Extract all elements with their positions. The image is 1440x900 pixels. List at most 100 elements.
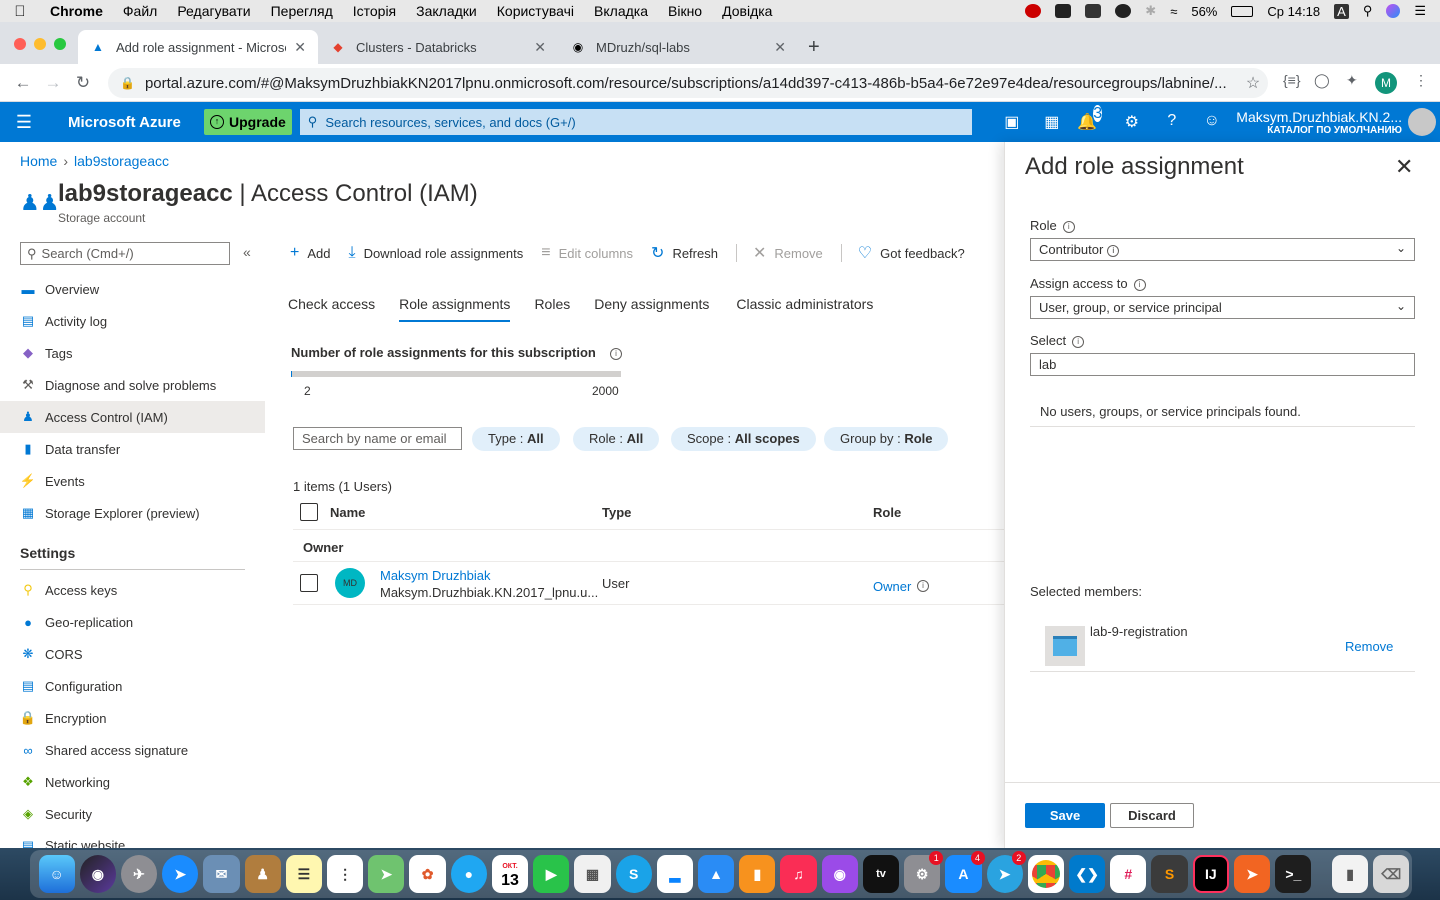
wifi-icon[interactable]: ≈ (1170, 4, 1177, 19)
system-preferences-icon[interactable]: ⚙ 1 (904, 851, 944, 893)
browser-tab-azure[interactable]: ▲ Add role assignment - Microso ✕ (78, 30, 318, 64)
siri-icon[interactable]: ◉ (79, 855, 116, 893)
menu-help[interactable]: Довідка (712, 3, 782, 19)
close-window-button[interactable] (14, 38, 26, 50)
select-search-input[interactable]: lab (1030, 353, 1415, 376)
help-icon[interactable]: ? (1152, 112, 1192, 132)
extension-json-icon[interactable]: {≡} (1283, 72, 1301, 88)
row-checkbox[interactable] (300, 574, 318, 592)
user-avatar[interactable] (1408, 108, 1436, 136)
intellij-icon[interactable]: IJ (1192, 855, 1230, 893)
maximize-window-button[interactable] (54, 38, 66, 50)
quota-info-icon[interactable]: i (610, 345, 622, 360)
new-tab-button[interactable]: + (808, 36, 820, 59)
scope-filter-pill[interactable]: Scope : All scopes (671, 427, 816, 451)
portal-menu-icon[interactable]: ☰ (0, 112, 48, 133)
menu-file[interactable]: Файл (113, 3, 167, 19)
role-dropdown[interactable]: Contributor i ⌄ (1030, 238, 1415, 261)
account-info[interactable]: Maksym.Druzhbiak.KN.2... КАТАЛОГ ПО УМОЛ… (1236, 109, 1408, 136)
url-text[interactable]: portal.azure.com/#@MaksymDruzhbiakKN2017… (145, 75, 1238, 92)
launchpad-icon[interactable]: ✈ (120, 855, 158, 893)
sidebar-item-overview[interactable]: ▬ Overview (0, 273, 265, 305)
calendar-icon[interactable]: ОКТ. 13 (491, 855, 529, 893)
info-icon[interactable]: i (1107, 244, 1120, 257)
skype-icon[interactable]: S (615, 855, 652, 893)
input-source-icon[interactable]: A (1334, 3, 1349, 19)
menu-view[interactable]: Перегляд (261, 3, 343, 19)
breadcrumb-resource[interactable]: lab9storageacc (74, 153, 169, 169)
role-info-icon[interactable]: i (917, 577, 929, 592)
download-role-assignments-button[interactable]: ⤓ Download role assignments (348, 244, 523, 262)
feedback-smiley-icon[interactable]: ☺ (1192, 112, 1232, 132)
directory-filter-icon[interactable]: ▦ (1032, 112, 1072, 132)
sidebar-item-events[interactable]: ⚡ Events (0, 465, 265, 497)
sidebar-item-tags[interactable]: ◆ Tags (0, 337, 265, 369)
back-arrow-icon[interactable]: ← (8, 73, 38, 93)
telegram-icon[interactable]: ➤ 2 (986, 851, 1026, 893)
sidebar-item-activity-log[interactable]: ▤ Activity log (0, 305, 265, 337)
pen-tool-icon[interactable] (1085, 4, 1102, 18)
downloads-folder-icon[interactable]: ▮ (1331, 855, 1369, 893)
discard-button[interactable]: Discard (1110, 803, 1194, 828)
cloud-shell-icon[interactable]: ▣ (992, 112, 1032, 132)
select-all-checkbox[interactable] (300, 503, 318, 521)
add-button[interactable]: + Add (290, 244, 330, 262)
creative-cloud-icon[interactable] (1055, 4, 1072, 18)
browser-menu-icon[interactable]: ⋮ (1414, 72, 1428, 89)
vscode-icon[interactable]: ❮❯ (1068, 855, 1106, 893)
facetime-icon[interactable]: ▶ (533, 855, 570, 893)
sidebar-item-networking[interactable]: ❖ Networking (0, 766, 265, 798)
column-name[interactable]: Name (330, 505, 365, 520)
tab-classic-administrators[interactable]: Classic administrators (736, 296, 873, 322)
sidebar-item-access-keys[interactable]: ⚲ Access keys (0, 574, 265, 606)
tab-deny-assignments[interactable]: Deny assignments (594, 296, 709, 322)
tab-roles[interactable]: Roles (534, 296, 570, 322)
numbers-icon[interactable]: ▂ (656, 855, 693, 893)
trash-icon[interactable]: ⌫ (1373, 855, 1410, 893)
checkmark-app-icon[interactable] (1115, 4, 1132, 18)
photos-icon[interactable]: ✿ (409, 855, 446, 893)
sidebar-item-configuration[interactable]: ▤ Configuration (0, 670, 265, 702)
forward-arrow-icon[interactable]: → (38, 73, 68, 93)
menu-window[interactable]: Вікно (658, 3, 712, 19)
info-icon[interactable]: i (1062, 220, 1075, 233)
refresh-button[interactable]: ↻ Refresh (651, 243, 718, 263)
save-button[interactable]: Save (1025, 803, 1105, 828)
sidebar-item-encryption[interactable]: 🔒 Encryption (0, 702, 265, 734)
remove-button[interactable]: ✕ Remove (753, 243, 823, 263)
safari-icon[interactable]: ➤ (162, 855, 199, 893)
preview-icon[interactable]: ▦ (574, 855, 611, 893)
feedback-button[interactable]: ♡ Got feedback? (858, 243, 965, 263)
music-icon[interactable]: ♫ (780, 855, 817, 893)
assign-access-dropdown[interactable]: User, group, or service principal ⌄ (1030, 296, 1415, 319)
messages-icon[interactable]: ● (450, 855, 487, 893)
menu-bookmarks[interactable]: Закладки (406, 3, 487, 19)
upgrade-button[interactable]: ↑ Upgrade (204, 109, 292, 135)
sublime-text-icon[interactable]: S (1151, 855, 1188, 893)
extension-circle-icon[interactable]: ◯ (1314, 72, 1330, 89)
collapse-sidebar-icon[interactable]: « (243, 244, 251, 260)
settings-gear-icon[interactable]: ⚙ (1112, 112, 1152, 132)
terminal-icon[interactable]: >_ (1275, 855, 1312, 893)
address-bar[interactable]: 🔒 portal.azure.com/#@MaksymDruzhbiakKN20… (108, 68, 1268, 98)
sidebar-item-storage-explorer[interactable]: ▦ Storage Explorer (preview) (0, 497, 265, 529)
spotlight-icon[interactable]: ⚲ (1363, 3, 1373, 19)
finder-icon[interactable]: ☺ (38, 855, 75, 893)
extensions-puzzle-icon[interactable]: ✦ (1346, 72, 1358, 89)
global-search-input[interactable]: ⚲ Search resources, services, and docs (… (299, 109, 972, 135)
name-email-search-input[interactable]: Search by name or email (293, 427, 462, 450)
close-icon[interactable]: ✕ (1395, 154, 1413, 180)
role-filter-pill[interactable]: Role : All (573, 427, 660, 451)
reload-icon[interactable]: ↻ (68, 73, 98, 93)
sidebar-item-diagnose[interactable]: ⚒ Diagnose and solve problems (0, 369, 265, 401)
type-filter-pill[interactable]: Type : All (472, 427, 560, 451)
reminders-icon[interactable]: ⋮ (327, 855, 364, 893)
bookmark-star-icon[interactable]: ☆ (1238, 73, 1268, 93)
menu-history[interactable]: Історія (343, 3, 406, 19)
podcasts-icon[interactable]: ◉ (821, 855, 858, 893)
notifications-bell-icon[interactable]: 🔔3 (1072, 105, 1112, 132)
close-tab-icon[interactable]: ✕ (774, 39, 786, 56)
table-row[interactable]: MD Maksym Druzhbiak Maksym.Druzhbiak.KN.… (293, 562, 1005, 605)
tab-check-access[interactable]: Check access (288, 296, 375, 322)
lock-icon[interactable]: 🔒 (120, 76, 135, 90)
